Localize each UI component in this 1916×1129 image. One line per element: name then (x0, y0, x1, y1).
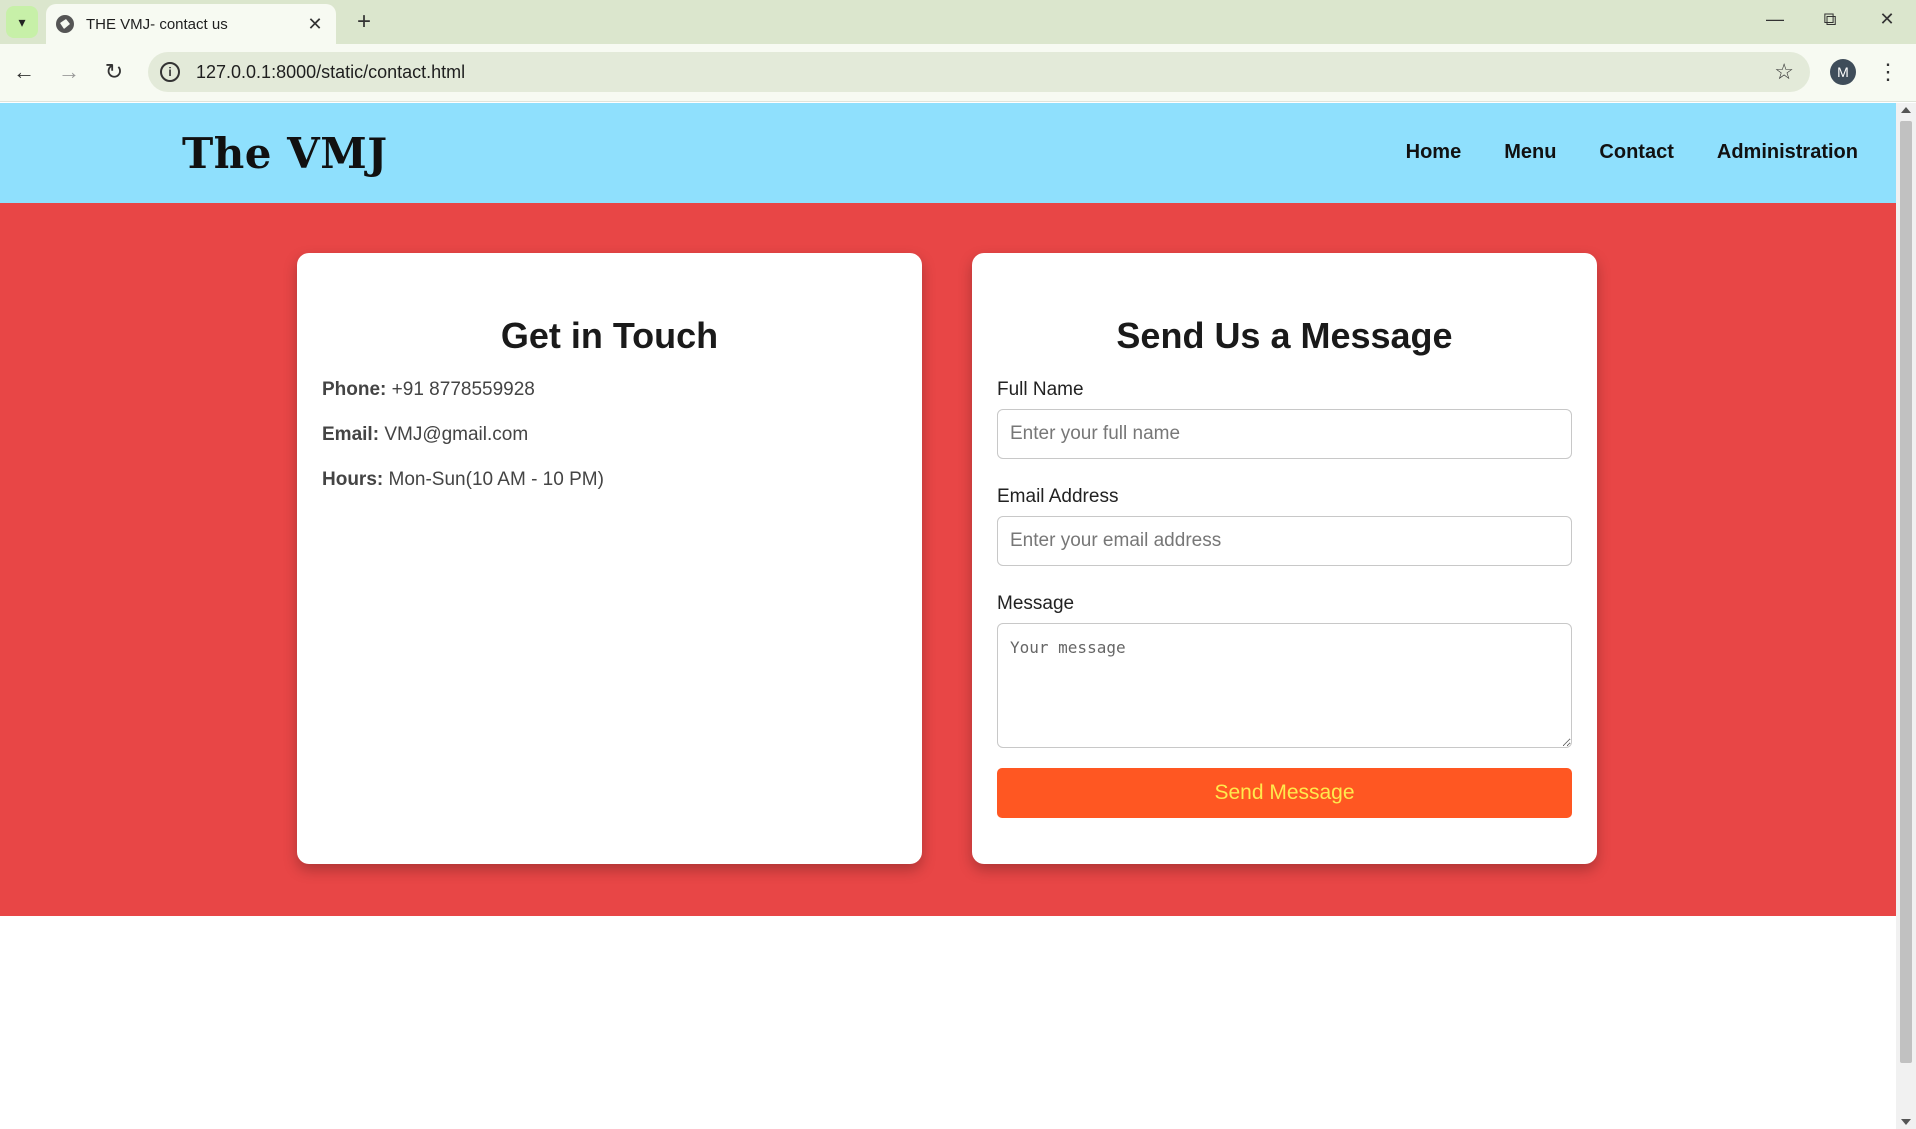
close-icon: ✕ (1879, 8, 1895, 29)
chevron-down-icon: ▾ (18, 13, 26, 30)
message-textarea[interactable] (997, 623, 1572, 748)
star-icon[interactable]: ☆ (1774, 59, 1794, 85)
message-label: Message (997, 593, 1075, 614)
more-menu-icon[interactable]: ⋮ (1876, 56, 1900, 88)
contact-info-card: Get in Touch Phone: +91 8778559928 Email… (297, 253, 922, 864)
close-icon[interactable]: ✕ (304, 14, 326, 35)
hours-line: Hours: Mon-Sun(10 AM - 10 PM) (322, 469, 897, 514)
new-tab-button[interactable]: + (348, 6, 380, 38)
close-window-button[interactable]: ✕ (1860, 0, 1914, 38)
browser-tabstrip: ▾ THE VMJ- contact us ✕ + — ⧉ ✕ (0, 0, 1916, 44)
message-form-card: Send Us a Message Full Name Email Addres… (972, 253, 1597, 864)
scroll-up-icon[interactable] (1901, 107, 1911, 113)
minimize-button[interactable]: — (1748, 0, 1802, 38)
contact-section: Get in Touch Phone: +91 8778559928 Email… (0, 203, 1896, 916)
info-icon[interactable]: i (160, 62, 180, 82)
tab-title: THE VMJ- contact us (86, 15, 228, 33)
nav-administration[interactable]: Administration (1717, 141, 1858, 164)
forward-button[interactable]: → (51, 54, 87, 90)
phone-value: +91 8778559928 (391, 379, 535, 400)
main-nav: Home Menu Contact Administration (1406, 141, 1858, 164)
email-value: VMJ@gmail.com (384, 424, 529, 445)
contact-form: Full Name Email Address Message Send Mes… (997, 379, 1572, 818)
site-header: The VMJ Home Menu Contact Administration (0, 103, 1896, 203)
reload-icon: ↻ (104, 59, 124, 84)
address-bar[interactable]: i 127.0.0.1:8000/static/contact.html ☆ (148, 52, 1810, 92)
hours-value: Mon-Sun(10 AM - 10 PM) (388, 469, 604, 490)
nav-home[interactable]: Home (1406, 141, 1462, 164)
name-label: Full Name (997, 379, 1084, 400)
name-input[interactable] (997, 409, 1572, 459)
contact-info-title: Get in Touch (500, 315, 719, 356)
send-message-button[interactable]: Send Message (997, 768, 1572, 818)
contact-info-list: Phone: +91 8778559928 Email: VMJ@gmail.c… (322, 379, 897, 514)
reload-button[interactable]: ↻ (96, 54, 132, 90)
restore-icon: ⧉ (1823, 8, 1837, 29)
browser-tab[interactable]: THE VMJ- contact us ✕ (46, 4, 336, 44)
scroll-down-icon[interactable] (1901, 1119, 1911, 1125)
restore-button[interactable]: ⧉ (1803, 0, 1857, 38)
nav-contact[interactable]: Contact (1599, 141, 1673, 164)
email-address-label: Email Address (997, 486, 1119, 507)
email-label: Email: (322, 424, 380, 445)
hours-label: Hours: (322, 469, 384, 490)
profile-avatar[interactable]: M (1830, 59, 1856, 85)
phone-line: Phone: +91 8778559928 (322, 379, 897, 424)
phone-label: Phone: (322, 379, 387, 400)
url-text[interactable]: 127.0.0.1:8000/static/contact.html (196, 62, 1774, 83)
site-logo[interactable]: The VMJ (182, 129, 388, 178)
email-input[interactable] (997, 516, 1572, 566)
nav-menu[interactable]: Menu (1504, 141, 1556, 164)
scrollbar-thumb[interactable] (1900, 121, 1912, 1063)
plus-icon: + (356, 8, 371, 35)
arrow-left-icon: ← (13, 59, 35, 84)
arrow-right-icon: → (58, 59, 80, 84)
globe-icon (56, 15, 74, 33)
send-message-label: Send Message (1214, 781, 1355, 804)
back-button[interactable]: ← (6, 54, 42, 90)
page-scrollbar[interactable] (1896, 103, 1916, 1129)
form-title: Send Us a Message (1116, 315, 1453, 356)
tab-search-button[interactable]: ▾ (6, 6, 38, 38)
email-line: Email: VMJ@gmail.com (322, 424, 897, 469)
browser-toolbar: ← → ↻ i 127.0.0.1:8000/static/contact.ht… (0, 44, 1916, 102)
page-viewport: The VMJ Home Menu Contact Administration… (0, 103, 1896, 1129)
minimize-icon: — (1766, 8, 1784, 29)
